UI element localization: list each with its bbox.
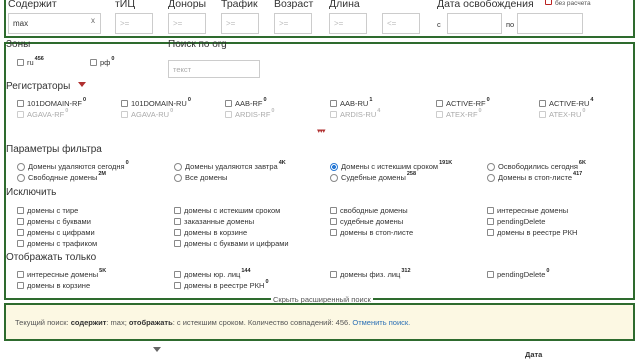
- content-input[interactable]: max: [8, 13, 101, 34]
- current-search-text: Текущий поиск: содержит: max; отображать…: [15, 318, 411, 327]
- sort-down-icon[interactable]: [153, 347, 161, 352]
- filter-params-title: Параметры фильтра: [6, 144, 102, 155]
- cancel-search-link[interactable]: Отменить поиск.: [352, 318, 410, 327]
- release-to-label: по: [506, 20, 515, 29]
- age-input[interactable]: >=: [274, 13, 312, 34]
- age-label: Возраст: [274, 0, 314, 10]
- registrar-checkbox[interactable]: AAB-RU 1: [330, 97, 372, 108]
- exclude-checkbox[interactable]: заказанные домены: [174, 217, 254, 226]
- registrar-checkbox[interactable]: AGAVA-RF 0: [17, 108, 68, 119]
- filter-radio[interactable]: Свободные домены 2M: [17, 171, 106, 182]
- registrar-checkbox[interactable]: AGAVA-RU 0: [121, 108, 173, 119]
- tic-input[interactable]: >=: [115, 13, 153, 34]
- filter-radio[interactable]: Все домены: [174, 173, 228, 182]
- show-only-checkbox[interactable]: домены юр. лиц 144: [174, 268, 251, 279]
- show-only-checkbox[interactable]: домены физ. лиц 312: [330, 268, 411, 279]
- exclude-checkbox[interactable]: интересные домены: [487, 206, 568, 215]
- registrar-checkbox[interactable]: ARDIS-RF 0: [225, 108, 274, 119]
- filter-radio[interactable]: Освободились сегодня 6K: [487, 160, 586, 171]
- registrar-checkbox[interactable]: ARDIS-RU 4: [330, 108, 380, 119]
- length-label: Длина: [329, 0, 360, 10]
- exclude-checkbox[interactable]: судебные домены: [330, 217, 403, 226]
- registrar-checkbox[interactable]: AAB-RF 0: [225, 97, 267, 108]
- registrar-checkbox[interactable]: ATEX-RF 0: [436, 108, 482, 119]
- zone-ru-checkbox[interactable]: ru 456: [17, 56, 44, 67]
- show-only-checkbox[interactable]: интересные домены 5K: [17, 268, 106, 279]
- show-only-checkbox[interactable]: домены в реестре РКН 0: [174, 279, 269, 290]
- org-search-title: Поиск по org: [168, 39, 227, 50]
- show-only-title: Отображать только: [6, 252, 97, 263]
- exclude-checkbox[interactable]: домены с цифрами: [17, 228, 95, 237]
- exclude-checkbox[interactable]: домены в реестре РКН: [487, 228, 577, 237]
- release-date-label: Дата освобождения: [437, 0, 534, 10]
- filter-radio-selected[interactable]: Домены с истекшим сроком 191K: [330, 160, 452, 171]
- traffic-label: Трафик: [221, 0, 258, 10]
- advanced-search-panel: Зоны ru 456 рф 0 Поиск по org текст Регист…: [4, 39, 635, 304]
- registrar-checkbox[interactable]: ACTIVE-RF 0: [436, 97, 490, 108]
- show-only-checkbox[interactable]: домены в корзине: [17, 281, 91, 290]
- zones-title: Зоны: [6, 39, 31, 50]
- exclude-title: Исключить: [6, 187, 57, 198]
- exclude-checkbox[interactable]: домены с трафиком: [17, 239, 97, 248]
- exclude-checkbox[interactable]: свободные домены: [330, 206, 408, 215]
- show-more-registrars-icon[interactable]: ▾▾▾: [317, 127, 325, 135]
- length-max-input[interactable]: <=: [382, 13, 420, 34]
- registrar-checkbox[interactable]: 101DOMAIN-RF 0: [17, 97, 86, 108]
- expand-registrars-icon[interactable]: [78, 82, 86, 87]
- filter-radio[interactable]: Судебные домены 258: [330, 171, 416, 182]
- org-search-input[interactable]: текст: [168, 60, 260, 78]
- donors-input[interactable]: >=: [168, 13, 206, 34]
- filter-radio[interactable]: Домены удаляются завтра 4K: [174, 160, 286, 171]
- release-to-input[interactable]: [517, 13, 583, 34]
- filter-radio[interactable]: Домены в стоп-листе 417: [487, 171, 582, 182]
- current-search-panel: Текущий поиск: содержит: max; отображать…: [4, 303, 635, 341]
- filter-radio[interactable]: Домены удаляются сегодня 0: [17, 160, 129, 171]
- exclude-checkbox[interactable]: домены с буквами и цифрами: [174, 239, 289, 248]
- exclude-checkbox[interactable]: pendingDelete: [487, 217, 545, 226]
- clear-icon[interactable]: x: [91, 16, 95, 25]
- traffic-input[interactable]: >=: [221, 13, 259, 34]
- tic-label: тИЦ: [115, 0, 136, 10]
- registrars-title: Регистраторы: [6, 81, 71, 92]
- exclude-checkbox[interactable]: домены с тире: [17, 206, 78, 215]
- filter-bar: Содержит max x тИЦ >= Доноры >= Трафик >…: [4, 0, 635, 38]
- exclude-checkbox[interactable]: домены в корзине: [174, 228, 247, 237]
- show-only-checkbox[interactable]: pendingDelete 0: [487, 268, 549, 279]
- donors-label: Доноры: [168, 0, 207, 10]
- date-column-header[interactable]: Дата: [525, 350, 542, 359]
- zone-rf-checkbox[interactable]: рф 0: [90, 56, 114, 67]
- content-label: Содержит: [8, 0, 57, 10]
- no-calc-checkbox[interactable]: без расчета: [545, 0, 591, 7]
- release-from-input[interactable]: [447, 13, 502, 34]
- exclude-checkbox[interactable]: домены с буквами: [17, 217, 91, 226]
- registrar-checkbox[interactable]: ACTIVE-RU 4: [539, 97, 593, 108]
- exclude-checkbox[interactable]: домены в стоп-листе: [330, 228, 413, 237]
- registrar-checkbox[interactable]: ATEX-RU 0: [539, 108, 585, 119]
- length-min-input[interactable]: >=: [329, 13, 367, 34]
- exclude-checkbox[interactable]: домены с истекшим сроком: [174, 206, 280, 215]
- registrar-checkbox[interactable]: 101DOMAIN-RU 0: [121, 97, 191, 108]
- release-from-label: с: [437, 20, 441, 29]
